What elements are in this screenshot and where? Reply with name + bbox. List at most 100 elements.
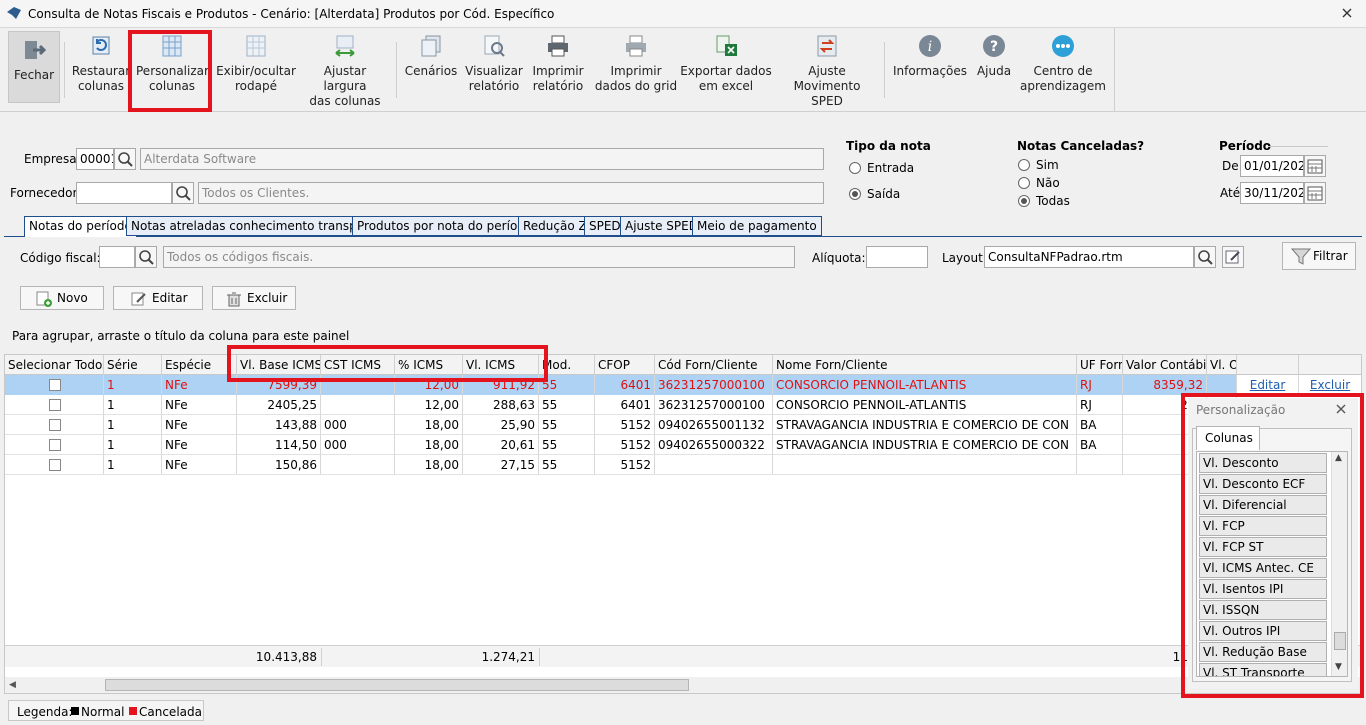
restaurar-label-1: Restaurar — [71, 64, 131, 78]
editar-label: Editar — [152, 291, 188, 305]
tab-meio-pagamento[interactable]: Meio de pagamento — [692, 216, 822, 236]
select-cell — [5, 415, 104, 435]
canc-nao-radio[interactable] — [1018, 177, 1030, 189]
icms-cell: 27,15 — [463, 455, 539, 475]
select-cell — [5, 435, 104, 455]
col-uf-forn[interactable]: UF Forn — [1077, 355, 1123, 375]
cenarios-label: Cenários — [404, 64, 458, 78]
restaurar-colunas-button[interactable]: Restaurar colunas — [70, 34, 132, 106]
cfop-cell: 5152 — [595, 455, 655, 475]
row-checkbox[interactable] — [49, 399, 61, 411]
svg-text:i: i — [928, 39, 932, 55]
tab-ajuste-sped[interactable]: Ajuste SPED — [620, 216, 703, 236]
ajustar-label-1: Ajustar largura — [323, 64, 367, 93]
scroll-left-icon[interactable]: ◀ — [9, 680, 16, 690]
novo-button[interactable]: Novo — [20, 286, 104, 310]
cst-cell: 000 — [321, 435, 395, 455]
table-row[interactable]: 1 NFe 7599,39 12,00 911,92 55 6401 36231… — [5, 375, 1361, 395]
empresa-search-button[interactable] — [114, 148, 136, 170]
canc-nao-label: Não — [1036, 176, 1060, 190]
ajuda-button[interactable]: ? Ajuda — [972, 34, 1016, 106]
col-cod-forn[interactable]: Cód Forn/Cliente — [655, 355, 773, 375]
fechar-button[interactable]: Fechar — [8, 31, 60, 103]
base-cell: 2405,25 — [237, 395, 321, 415]
tipo-saida-radio[interactable] — [849, 188, 861, 200]
col-valor-contabil[interactable]: Valor Contábil — [1123, 355, 1207, 375]
canc-todas-label: Todas — [1036, 194, 1070, 208]
table-row[interactable]: 1 NFe 2405,25 12,00 288,63 55 6401 36231… — [5, 395, 1361, 415]
canc-sim-radio[interactable] — [1018, 159, 1030, 171]
aliquota-input[interactable] — [866, 246, 928, 268]
tipo-entrada-radio[interactable] — [849, 162, 861, 174]
col-cfop[interactable]: CFOP — [595, 355, 655, 375]
col-vl-o[interactable]: Vl. O — [1207, 355, 1237, 375]
empresa-code-input[interactable]: 00001 — [76, 148, 114, 170]
imprimir-relatorio-button[interactable]: Imprimir relatório — [528, 34, 588, 106]
tabs-baseline — [4, 236, 1362, 237]
tab-produtos-nota[interactable]: Produtos por nota do período — [352, 216, 538, 236]
col-especie[interactable]: Espécie — [162, 355, 237, 375]
ajustar-largura-button[interactable]: Ajustar largura das colunas — [302, 34, 388, 108]
tab-reducao-z[interactable]: Redução Z — [518, 216, 592, 236]
informacoes-button[interactable]: i Informações — [892, 34, 968, 106]
table-row[interactable]: 1 NFe 114,50 000 18,00 20,61 55 5152 094… — [5, 435, 1361, 455]
centro-aprendizagem-button[interactable]: Centro de aprendizagem — [1020, 34, 1106, 106]
cenarios-button[interactable]: Cenários — [402, 34, 460, 106]
col-selecionar-todos[interactable]: Selecionar Todos — [5, 355, 104, 375]
visualizar-relatorio-button[interactable]: Visualizar relatório — [462, 34, 526, 106]
edit-icon — [131, 292, 146, 306]
valor-cell: 8359,32 — [1123, 375, 1207, 395]
imprimir-grid-button[interactable]: Imprimir dados do grid — [594, 34, 678, 106]
col-serie[interactable]: Série — [104, 355, 162, 375]
col-nome-forn[interactable]: Nome Forn/Cliente — [773, 355, 1077, 375]
filtrar-button[interactable]: Filtrar — [1282, 242, 1356, 270]
exportar-excel-button[interactable]: Exportar dados em excel — [680, 34, 772, 106]
codigo-fiscal-label: Código fiscal: — [20, 251, 101, 265]
de-date-input[interactable]: 01/01/2021 — [1240, 155, 1304, 177]
row-excluir-link[interactable]: Excluir — [1299, 375, 1361, 395]
close-window-icon[interactable] — [1340, 6, 1354, 20]
printer-icon — [548, 35, 568, 57]
codigo-fiscal-search-button[interactable] — [135, 246, 157, 268]
horizontal-scrollbar[interactable]: ◀ — [5, 677, 1361, 693]
de-calendar-button[interactable] — [1304, 155, 1326, 177]
layout-edit-button[interactable] — [1222, 246, 1244, 268]
ajuste-movimento-sped-button[interactable]: Ajuste Movimento SPED — [778, 34, 876, 108]
pct-cell: 18,00 — [395, 455, 463, 475]
table-row[interactable]: 1 NFe 143,88 000 18,00 25,90 55 5152 094… — [5, 415, 1361, 435]
cst-cell — [321, 395, 395, 415]
filter-icon — [1291, 248, 1311, 265]
legend-normal-swatch — [71, 707, 79, 715]
canc-todas-radio[interactable] — [1018, 195, 1030, 207]
scroll-thumb[interactable] — [105, 679, 689, 691]
especie-cell: NFe — [162, 395, 237, 415]
ate-calendar-button[interactable] — [1304, 182, 1326, 204]
fornecedor-input[interactable] — [76, 182, 172, 204]
editar-button[interactable]: Editar — [113, 286, 203, 310]
codigo-fiscal-input[interactable] — [99, 246, 135, 268]
tab-notas-transporte[interactable]: Notas atreladas conhecimento transporte — [126, 216, 387, 236]
tab-notas-periodo[interactable]: Notas do período — [24, 216, 137, 237]
exibir-ocultar-rodape-button[interactable]: Exibir/ocultar rodapé — [216, 34, 296, 106]
excluir-button[interactable]: Excluir — [212, 286, 296, 310]
ate-date-input[interactable]: 30/11/2021 — [1240, 182, 1304, 204]
learning-center-icon — [1052, 35, 1074, 57]
app-logo-icon — [6, 6, 22, 20]
trash-icon — [227, 292, 241, 307]
row-checkbox[interactable] — [49, 439, 61, 451]
row-checkbox[interactable] — [49, 379, 61, 391]
table-row[interactable]: 1 NFe 150,86 18,00 27,15 55 5152 1 — [5, 455, 1361, 475]
fornecedor-search-button[interactable] — [172, 182, 194, 204]
fornecedor-name-field: Todos os Clientes. — [198, 182, 824, 204]
row-checkbox[interactable] — [49, 459, 61, 471]
row-editar-link[interactable]: Editar — [1237, 375, 1299, 395]
layout-search-button[interactable] — [1194, 246, 1216, 268]
layout-input[interactable]: ConsultaNFPadrao.rtm — [984, 246, 1194, 268]
col-editar-action — [1237, 355, 1299, 375]
pct-cell: 18,00 — [395, 415, 463, 435]
row-checkbox[interactable] — [49, 419, 61, 431]
group-hint: Para agrupar, arraste o título da coluna… — [12, 329, 350, 343]
fornecedor-label: Fornecedor: — [10, 186, 82, 200]
pct-cell: 18,00 — [395, 435, 463, 455]
select-cell — [5, 375, 104, 395]
